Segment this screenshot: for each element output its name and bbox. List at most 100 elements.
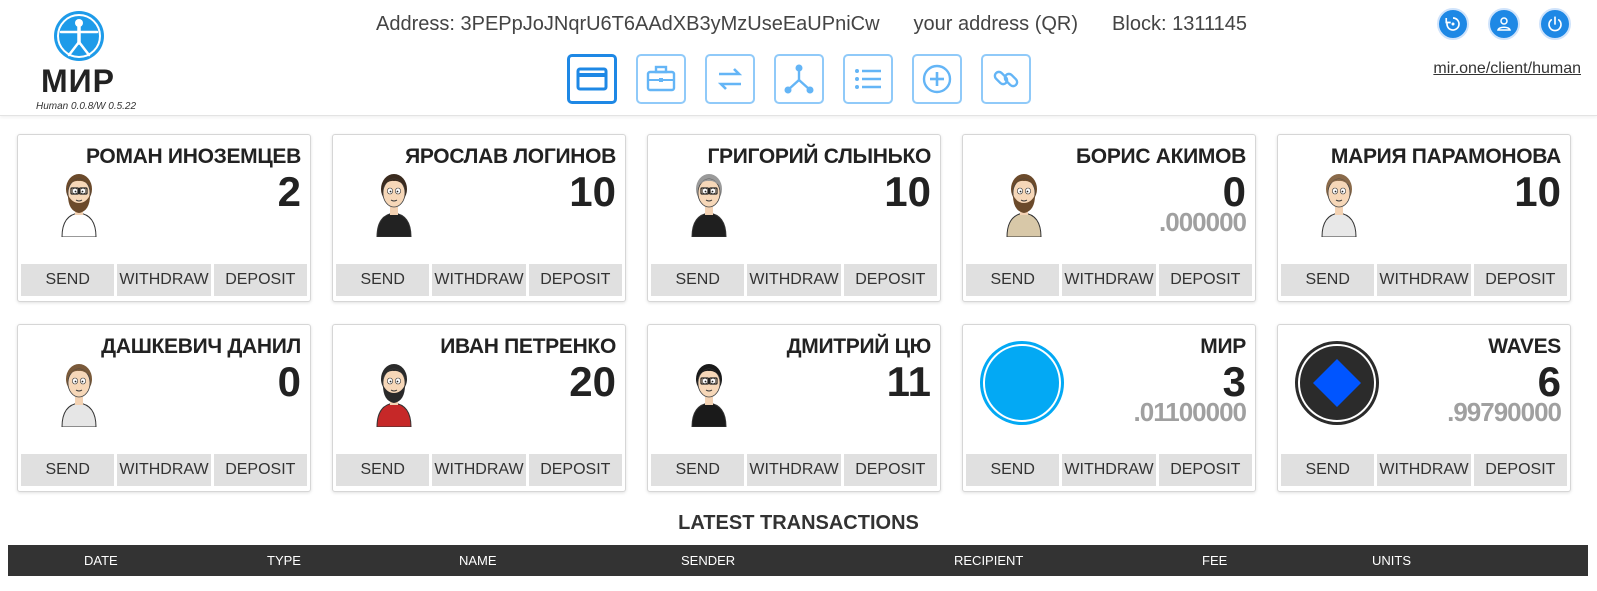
deposit-button[interactable]: DEPOSIT [1158, 454, 1252, 486]
send-button[interactable]: SEND [966, 454, 1060, 486]
column-fee[interactable]: FEE [1202, 545, 1227, 576]
column-type[interactable]: TYPE [267, 545, 301, 576]
card-amount: 10 [569, 168, 616, 215]
card-amount: 11 [886, 358, 931, 405]
nav-add-button[interactable] [912, 54, 962, 104]
send-button[interactable]: SEND [21, 454, 115, 486]
send-button[interactable]: SEND [966, 264, 1060, 296]
briefcase-icon [646, 65, 676, 92]
app-version: Human 0.0.8/W 0.5.22 [36, 101, 137, 112]
withdraw-button[interactable]: WITHDRAW [1062, 264, 1156, 296]
nav-network-button[interactable] [774, 54, 824, 104]
card-actions: SEND WITHDRAW DEPOSIT [336, 264, 622, 296]
send-button[interactable]: SEND [651, 454, 745, 486]
user-avatar-icon [61, 174, 97, 237]
network-icon [784, 64, 814, 94]
card-actions: SEND WITHDRAW DEPOSIT [21, 454, 307, 486]
exchange-icon [717, 68, 743, 90]
send-button[interactable]: SEND [21, 264, 115, 296]
send-button[interactable]: SEND [651, 264, 745, 296]
card-actions: SEND WITHDRAW DEPOSIT [336, 454, 622, 486]
token-name: WAVES [1488, 335, 1561, 358]
nav-portfolio-button[interactable] [636, 54, 686, 104]
token-name: МИР [1200, 335, 1246, 358]
nav-list-button[interactable] [843, 54, 893, 104]
user-avatar-icon [376, 174, 412, 237]
card-amount-decimals: .000000 [1159, 207, 1247, 237]
column-name[interactable]: NAME [459, 545, 497, 576]
deposit-button[interactable]: DEPOSIT [843, 454, 937, 486]
withdraw-button[interactable]: WITHDRAW [117, 264, 211, 296]
deposit-button[interactable]: DEPOSIT [213, 454, 307, 486]
card-holder-name: ЯРОСЛАВ ЛОГИНОВ [405, 145, 616, 168]
waves-token-icon [1295, 341, 1379, 425]
send-button[interactable]: SEND [1281, 454, 1375, 486]
withdraw-button[interactable]: WITHDRAW [432, 264, 526, 296]
app-header: МИР Human 0.0.8/W 0.5.22 Address: 3PEPpJ… [0, 0, 1597, 116]
user-avatar-icon [376, 364, 412, 427]
balance-card: WAVES 6 .99790000 SEND WITHDRAW DEPOSIT [1277, 324, 1571, 492]
deposit-button[interactable]: DEPOSIT [843, 264, 937, 296]
card-holder-name: МАРИЯ ПАРАМОНОВА [1330, 145, 1561, 168]
transactions-title: LATEST TRANSACTIONS [678, 512, 919, 534]
vitruvian-logo-icon [54, 11, 104, 61]
deposit-button[interactable]: DEPOSIT [528, 264, 622, 296]
app-title: МИР [41, 63, 115, 99]
card-amount: 20 [569, 358, 616, 405]
send-button[interactable]: SEND [336, 264, 430, 296]
user-avatar-icon [61, 364, 97, 427]
deposit-button[interactable]: DEPOSIT [528, 454, 622, 486]
card-amount-decimals: .99790000 [1447, 397, 1562, 427]
deposit-button[interactable]: DEPOSIT [213, 264, 307, 296]
balance-card: БОРИС АКИМОВ 0 .000000 SEND WITHDRAW DEP… [962, 134, 1256, 302]
top-actions [1437, 8, 1571, 40]
column-units[interactable]: UNITS [1372, 545, 1411, 576]
column-sender[interactable]: SENDER [681, 545, 735, 576]
logout-button[interactable] [1539, 8, 1571, 40]
deposit-button[interactable]: DEPOSIT [1473, 454, 1567, 486]
qr-link[interactable]: your address (QR) [914, 12, 1079, 36]
nav-link-button[interactable] [981, 54, 1031, 104]
user-avatar-icon [1321, 174, 1357, 237]
nav-exchange-button[interactable] [705, 54, 755, 104]
history-button[interactable] [1437, 8, 1469, 40]
send-button[interactable]: SEND [336, 454, 430, 486]
balance-card: ЯРОСЛАВ ЛОГИНОВ 10 SEND WITHDRAW DEPOSIT [332, 134, 626, 302]
withdraw-button[interactable]: WITHDRAW [747, 264, 841, 296]
app-logo[interactable]: МИР Human 0.0.8/W 0.5.22 [36, 10, 146, 112]
balance-card: ДМИТРИЙ ЦЮ 11 SEND WITHDRAW DEPOSIT [647, 324, 941, 492]
withdraw-button[interactable]: WITHDRAW [432, 454, 526, 486]
balance-card: ДАШКЕВИЧ ДАНИЛ 0 SEND WITHDRAW DEPOSIT [17, 324, 311, 492]
block-height: Block: 1311145 [1112, 13, 1247, 35]
withdraw-button[interactable]: WITHDRAW [117, 454, 211, 486]
withdraw-button[interactable]: WITHDRAW [1377, 454, 1471, 486]
withdraw-button[interactable]: WITHDRAW [1062, 454, 1156, 486]
balance-cards: РОМАН ИНОЗЕМЦЕВ 2 SEND WITHDRAW DEPOSIT … [17, 134, 1580, 492]
link-icon [993, 70, 1019, 88]
card-actions: SEND WITHDRAW DEPOSIT [966, 454, 1252, 486]
account-button[interactable] [1488, 8, 1520, 40]
wallet-address[interactable]: Address: 3PEPpJoJNqrU6T6AAdXB3yMzUseEaUP… [376, 12, 880, 36]
nav-wallet-button[interactable] [567, 54, 617, 104]
balance-card: ИВАН ПЕТРЕНКО 20 SEND WITHDRAW DEPOSIT [332, 324, 626, 492]
deposit-button[interactable]: DEPOSIT [1473, 264, 1567, 296]
card-amount-decimals: .01100000 [1133, 397, 1247, 427]
balance-card: РОМАН ИНОЗЕМЦЕВ 2 SEND WITHDRAW DEPOSIT [17, 134, 311, 302]
balance-card: ГРИГОРИЙ СЛЫНЬКО 10 SEND WITHDRAW DEPOSI… [647, 134, 941, 302]
wallet-info: Address: 3PEPpJoJNqrU6T6AAdXB3yMzUseEaUP… [376, 12, 1247, 36]
card-icon [576, 67, 608, 91]
add-circle-icon [922, 64, 952, 94]
site-link[interactable]: mir.one/client/human [1433, 60, 1581, 78]
send-button[interactable]: SEND [1281, 264, 1375, 296]
card-amount: 10 [884, 168, 931, 215]
column-recipient[interactable]: RECIPIENT [954, 545, 1023, 576]
deposit-button[interactable]: DEPOSIT [1158, 264, 1252, 296]
withdraw-button[interactable]: WITHDRAW [747, 454, 841, 486]
withdraw-button[interactable]: WITHDRAW [1377, 264, 1471, 296]
card-amount: 2 [277, 168, 301, 215]
card-holder-name: БОРИС АКИМОВ [1076, 145, 1246, 168]
card-actions: SEND WITHDRAW DEPOSIT [1281, 264, 1567, 296]
column-date[interactable]: DATE [84, 545, 118, 576]
main-nav [567, 54, 1031, 104]
list-icon [855, 69, 881, 89]
